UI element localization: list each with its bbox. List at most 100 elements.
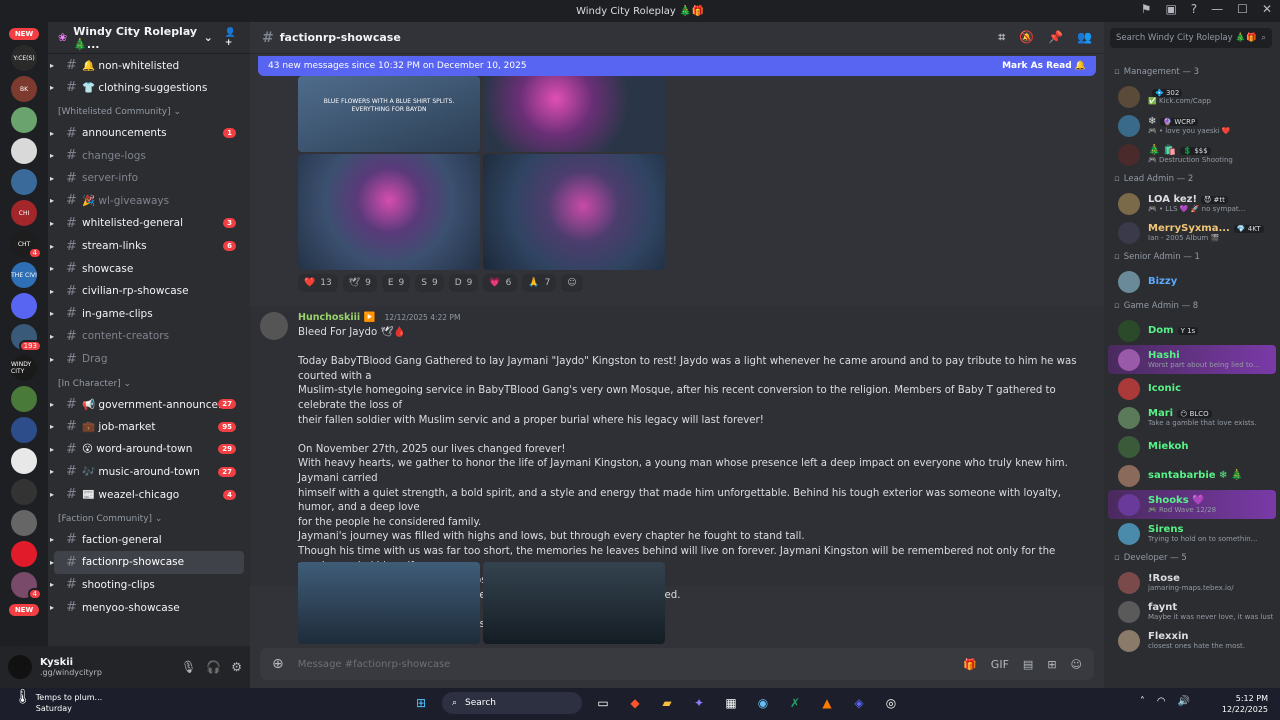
gift-icon[interactable]: 🎁 (963, 658, 977, 671)
server-icon[interactable] (11, 541, 37, 567)
close-icon[interactable]: ✕ (1262, 2, 1272, 16)
message-input[interactable]: Message #factionrp-showcase (298, 659, 451, 670)
copilot-icon[interactable]: ✦ (688, 692, 710, 714)
store-icon[interactable]: ▦ (720, 692, 742, 714)
attachment-image[interactable] (483, 76, 665, 152)
avatar[interactable] (260, 312, 288, 340)
attachment-image[interactable] (298, 562, 480, 644)
reaction[interactable]: ☺ (561, 274, 583, 292)
author-name[interactable]: Hunchoskiii ▶️ (298, 312, 375, 323)
channel-item[interactable]: ▸ # 📢 government-announce... 27 (50, 393, 244, 416)
member-item[interactable]: Iconic (1108, 374, 1276, 403)
brave-icon[interactable]: ◆ (624, 692, 646, 714)
server-icon[interactable]: 4 (11, 572, 42, 600)
category-header[interactable]: [Faction Community] ⌄ (48, 506, 250, 529)
member-item[interactable]: !Rose jamaring-maps.tebex.io/ (1108, 568, 1276, 597)
notification-bell-icon[interactable]: 🔕 (1019, 30, 1034, 45)
member-item[interactable]: Shooks 💜 🎮 Rod Wave 12/28 (1108, 490, 1276, 519)
channel-item[interactable]: ▸ # 🔔 non-whitelisted (50, 54, 244, 77)
channel-item[interactable]: ▸ # 👕 clothing-suggestions (50, 77, 244, 100)
channel-item[interactable]: ▸ # whitelisted-general 3 (50, 212, 244, 235)
attachment-image[interactable] (298, 154, 480, 270)
channel-item[interactable]: ▸ # showcase (50, 257, 244, 280)
member-item[interactable]: faynt Maybe it was never love, it was lus… (1108, 597, 1276, 626)
pin-icon[interactable]: 📌 (1048, 30, 1063, 45)
mark-as-read-button[interactable]: Mark As Read 🔔 (1002, 61, 1086, 71)
member-list-icon[interactable]: 👥 (1077, 30, 1092, 45)
message-author[interactable]: Hunchoskiii ▶️ 12/12/2025 4:22 PM (298, 312, 460, 323)
guild-header[interactable]: ❀ Windy City Roleplay 🎄... ⌄ 👤+ (48, 22, 250, 54)
sticker-icon[interactable]: ▤ (1023, 658, 1033, 671)
server-icon[interactable] (11, 510, 37, 536)
member-item[interactable]: Bizzy (1108, 267, 1276, 296)
channel-item[interactable]: ▸ # announcements 1 (50, 122, 244, 145)
headphones-icon[interactable]: 🎧 (206, 660, 221, 674)
help-icon[interactable]: ? (1191, 2, 1197, 16)
server-icon[interactable] (11, 448, 37, 474)
screen-icon[interactable]: ▣ (1165, 2, 1176, 16)
channel-item[interactable]: ▸ # change-logs (50, 144, 244, 167)
chevron-down-icon[interactable]: ⌄ (204, 31, 213, 44)
server-icon[interactable] (11, 107, 37, 133)
excel-icon[interactable]: ✗ (784, 692, 806, 714)
discord-icon[interactable]: ◈ (848, 692, 870, 714)
member-item[interactable]: MerrySyxma... 💎 4KT Ian - 2005 Album 🎬 (1108, 218, 1276, 247)
attachment-image[interactable] (483, 562, 665, 644)
member-item[interactable]: santabarbie ❄ 🎄 (1108, 461, 1276, 490)
steam-icon[interactable]: ◉ (752, 692, 774, 714)
server-icon[interactable]: 193 (11, 324, 42, 352)
channel-item[interactable]: ▸ # factionrp-showcase (50, 551, 244, 574)
message-composer[interactable]: ⊕ Message #factionrp-showcase 🎁 GIF ▤ ⊞ … (260, 648, 1094, 680)
server-icon[interactable] (11, 479, 37, 505)
channel-item[interactable]: ▸ # faction-general (50, 528, 244, 551)
member-item[interactable]: Hashi Worst part about being lied to... (1108, 345, 1276, 374)
channel-item[interactable]: ▸ # 💼 job-market 95 (50, 416, 244, 439)
channel-item[interactable]: ▸ # server-info (50, 167, 244, 190)
weather-widget[interactable]: 🌡 Temps to plum... Saturday (14, 690, 102, 714)
server-icon[interactable] (11, 169, 37, 195)
channel-item[interactable]: ▸ # menyoo-showcase (50, 596, 244, 619)
server-icon[interactable]: CHT 4 (11, 231, 42, 259)
new-messages-bar[interactable]: 43 new messages since 10:32 PM on Decemb… (258, 56, 1096, 76)
volume-icon[interactable]: 🔊 (1178, 696, 1190, 707)
invite-icon[interactable]: 👤+ (225, 28, 240, 48)
channel-item[interactable]: ▸ # shooting-clips (50, 574, 244, 597)
category-header[interactable]: [Whitelisted Community] ⌄ (48, 99, 250, 122)
task-view-icon[interactable]: ▭ (592, 692, 614, 714)
server-icon[interactable] (11, 417, 37, 443)
server-icon[interactable] (11, 386, 37, 412)
channel-item[interactable]: ▸ # 😮 word-around-town 29 (50, 438, 244, 461)
attachment-image[interactable]: BLUE FLOWERS WITH A BLUE SHIRT SPLITS. E… (298, 76, 480, 152)
clock[interactable]: 5:12 PM 12/22/2025 (1222, 693, 1268, 715)
channel-item[interactable]: ▸ # 🎉 wl-giveaways (50, 190, 244, 213)
chevron-up-icon[interactable]: ˄ (1140, 696, 1145, 707)
member-item[interactable]: Miekoh (1108, 432, 1276, 461)
gear-icon[interactable]: ⚙ (231, 660, 242, 674)
maximize-icon[interactable]: ☐ (1237, 2, 1248, 16)
channel-item[interactable]: ▸ # 📰 weazel-chicago 4 (50, 483, 244, 506)
category-header[interactable]: [In Character] ⌄ (48, 370, 250, 393)
obs-icon[interactable]: ◎ (880, 692, 902, 714)
channel-item[interactable]: ▸ # content-creators (50, 325, 244, 348)
add-attachment-icon[interactable]: ⊕ (272, 656, 284, 672)
attachment-image[interactable] (483, 154, 665, 270)
server-icon[interactable]: WINDY CITY (11, 355, 37, 381)
reaction[interactable]: D9 (448, 274, 479, 292)
avatar[interactable] (8, 655, 32, 679)
channel-item[interactable]: ▸ # 🎶 music-around-town 27 (50, 461, 244, 484)
member-item[interactable]: LOA kez! 😈 #tt 🎮 • LLS 💜 🚀 no sympat... (1108, 189, 1276, 218)
wifi-icon[interactable]: ◠ (1157, 696, 1166, 707)
file-explorer-icon[interactable]: ▰ (656, 692, 678, 714)
reaction[interactable]: 🕊 9 (342, 274, 377, 292)
member-item[interactable]: Dom Y 1s (1108, 316, 1276, 345)
member-item[interactable]: Flexxin closest ones hate the most. (1108, 626, 1276, 655)
server-icon[interactable]: BK (11, 76, 37, 102)
inbox-icon[interactable]: ⚑ (1141, 2, 1152, 16)
reaction[interactable]: E9 (381, 274, 411, 292)
server-icon[interactable] (11, 293, 37, 319)
emoji-icon[interactable]: ☺ (1071, 658, 1082, 671)
channel-item[interactable]: ▸ # in-game-clips (50, 303, 244, 326)
server-icon[interactable]: Y:CE(S) (11, 45, 37, 71)
member-item[interactable]: 💠 302 ✅ Kick.com/Capp (1108, 82, 1276, 111)
taskbar-search[interactable]: ⌕ Search (442, 692, 582, 714)
